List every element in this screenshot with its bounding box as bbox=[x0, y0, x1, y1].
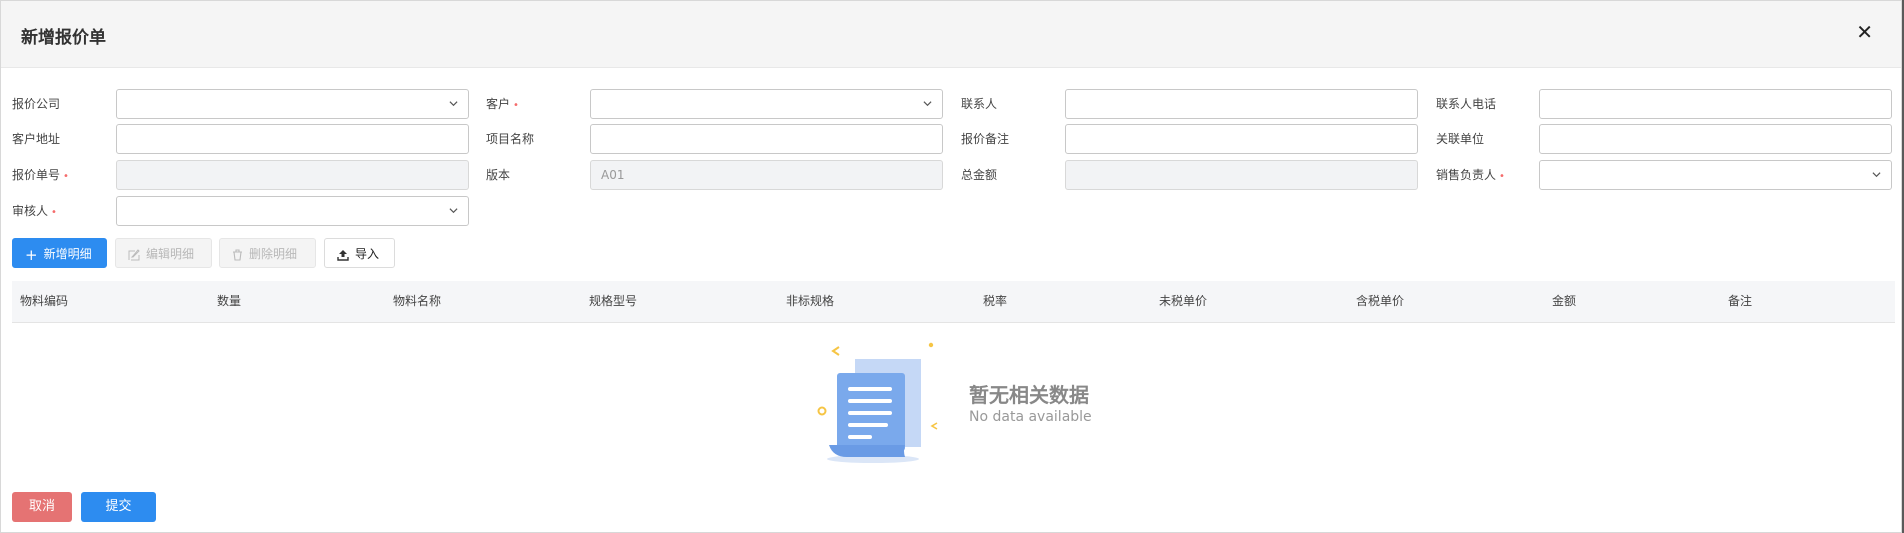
project-name-label: 项目名称 bbox=[486, 132, 535, 146]
column-header: 物料编码 bbox=[20, 294, 69, 308]
total-amount-label: 总金额 bbox=[961, 168, 998, 182]
column-header: 规格型号 bbox=[589, 294, 638, 308]
version-label: 版本 bbox=[486, 168, 511, 182]
required-mark: • bbox=[51, 207, 57, 218]
plus-icon: + bbox=[25, 245, 38, 264]
column-header: 非标规格 bbox=[786, 294, 835, 308]
add-detail-button[interactable]: + 新增明细 bbox=[12, 238, 107, 268]
customer-label: 客户 • bbox=[486, 97, 519, 111]
quote-no-label: 报价单号 • bbox=[12, 168, 69, 182]
dialog-header: 新增报价单 ✕ bbox=[1, 1, 1901, 68]
total-amount-field bbox=[1065, 160, 1418, 190]
cancel-button[interactable]: 取消 bbox=[12, 492, 72, 522]
chevron-down-icon bbox=[1872, 172, 1881, 178]
edit-icon bbox=[128, 248, 140, 260]
customer-select[interactable] bbox=[590, 89, 943, 119]
project-name-input[interactable] bbox=[590, 124, 943, 154]
dialog-title: 新增报价单 bbox=[21, 28, 106, 48]
contact-label: 联系人 bbox=[961, 97, 998, 111]
required-mark: • bbox=[63, 171, 69, 182]
sales-owner-select[interactable] bbox=[1539, 160, 1892, 190]
related-unit-input[interactable] bbox=[1539, 124, 1892, 154]
column-header: 未税单价 bbox=[1159, 294, 1208, 308]
version-field: A01 bbox=[590, 160, 943, 190]
empty-document-icon bbox=[817, 342, 938, 463]
reviewer-label: 审核人 • bbox=[12, 204, 57, 218]
required-mark: • bbox=[1499, 171, 1505, 182]
company-label: 报价公司 bbox=[12, 97, 61, 111]
edit-detail-button[interactable]: 编辑明细 bbox=[115, 238, 212, 268]
column-header: 备注 bbox=[1728, 294, 1753, 308]
column-header: 含税单价 bbox=[1356, 294, 1405, 308]
trash-icon bbox=[233, 248, 242, 261]
submit-button[interactable]: 提交 bbox=[81, 492, 156, 522]
detail-table-header: 物料编码 数量 物料名称 规格型号 非标规格 税率 未税单价 含税单价 金额 备… bbox=[12, 281, 1895, 323]
column-header: 物料名称 bbox=[393, 294, 442, 308]
required-mark: • bbox=[513, 100, 519, 111]
empty-state-title: 暂无相关数据 bbox=[969, 383, 1089, 407]
import-button[interactable]: 导入 bbox=[324, 238, 395, 268]
column-header: 数量 bbox=[217, 294, 242, 308]
chevron-down-icon bbox=[449, 101, 458, 107]
close-icon[interactable]: ✕ bbox=[1856, 21, 1873, 43]
contact-phone-label: 联系人电话 bbox=[1436, 97, 1497, 111]
quote-no-field bbox=[116, 160, 469, 190]
company-select[interactable] bbox=[116, 89, 469, 119]
delete-detail-button[interactable]: 删除明细 bbox=[219, 238, 316, 268]
quote-remark-label: 报价备注 bbox=[961, 132, 1010, 146]
reviewer-select[interactable] bbox=[116, 196, 469, 226]
quote-remark-input[interactable] bbox=[1065, 124, 1418, 154]
contact-phone-input[interactable] bbox=[1539, 89, 1892, 119]
chevron-down-icon bbox=[449, 208, 458, 214]
column-header: 金额 bbox=[1552, 294, 1577, 308]
chevron-down-icon bbox=[923, 101, 932, 107]
column-header: 税率 bbox=[983, 294, 1008, 308]
customer-address-input[interactable] bbox=[116, 124, 469, 154]
sales-owner-label: 销售负责人 • bbox=[1436, 168, 1505, 182]
new-quote-dialog: 新增报价单 ✕ 报价公司 客户 • 联系人 联系人电话 客户地址 项目名称 报价备… bbox=[0, 0, 1902, 533]
upload-icon bbox=[337, 249, 349, 261]
customer-address-label: 客户地址 bbox=[12, 132, 61, 146]
empty-state-subtitle: No data available bbox=[969, 409, 1092, 425]
related-unit-label: 关联单位 bbox=[1436, 132, 1485, 146]
contact-input[interactable] bbox=[1065, 89, 1418, 119]
